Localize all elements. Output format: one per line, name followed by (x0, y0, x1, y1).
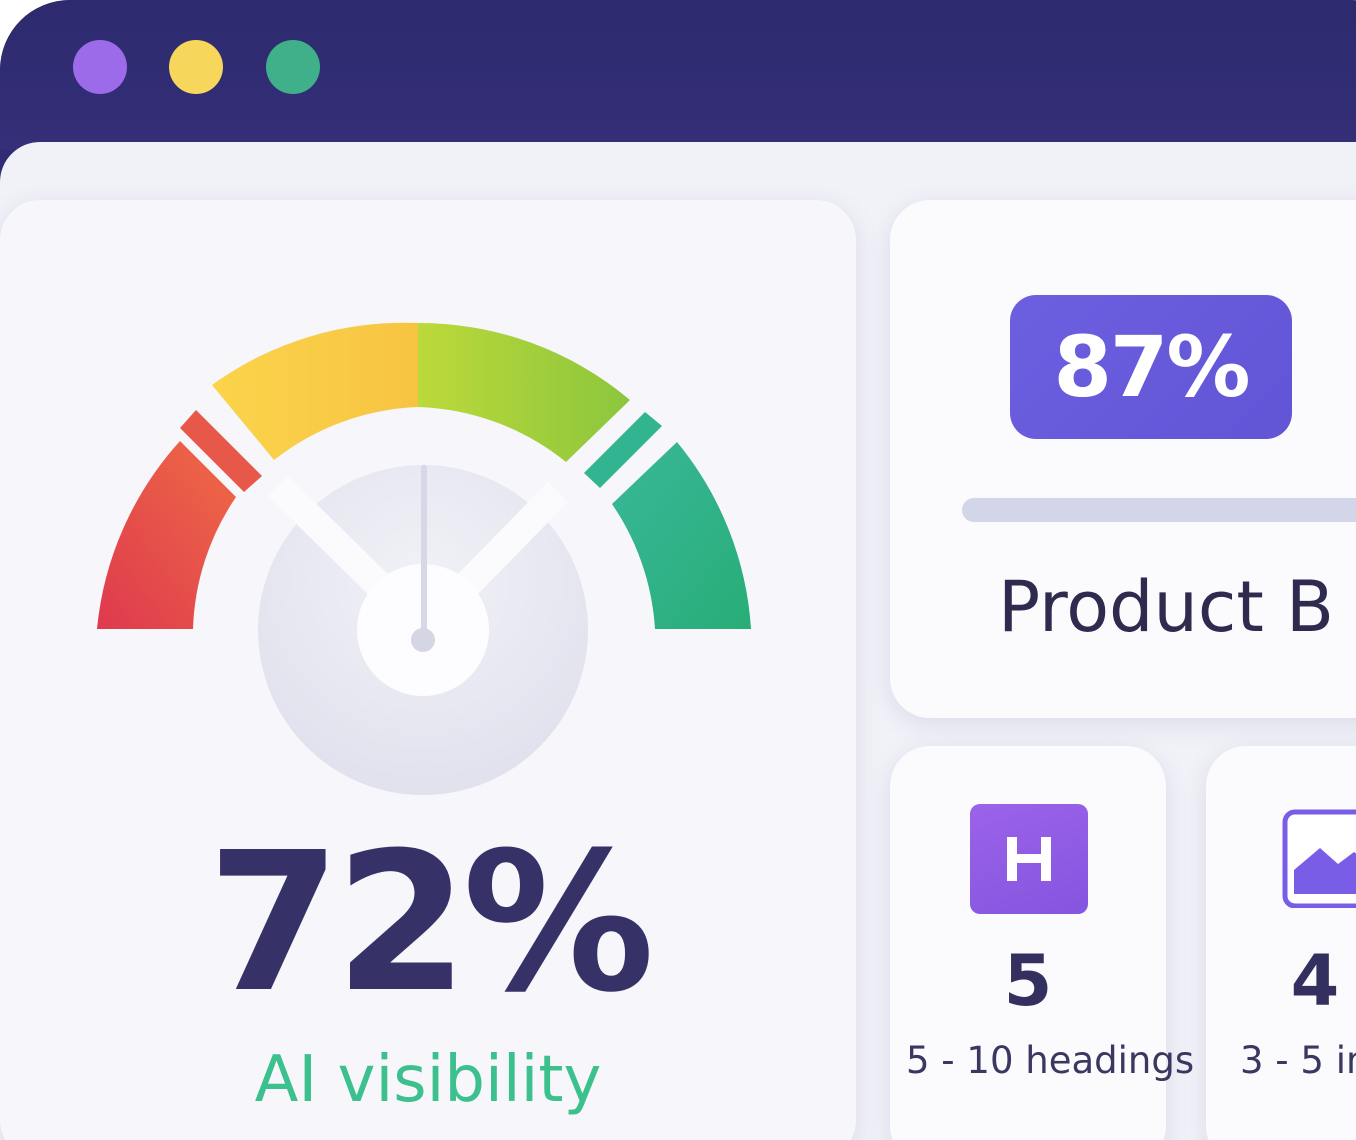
dashboard-content: 72% AI visibility 87% Product B 5 5 - 10… (0, 142, 1356, 1140)
gauge-segment-teal (612, 442, 751, 629)
title-bar (0, 0, 1356, 150)
app-window: 72% AI visibility 87% Product B 5 5 - 10… (0, 0, 1356, 1140)
product-name: Product B (998, 566, 1335, 648)
product-card[interactable]: 87% Product B (890, 200, 1356, 718)
gauge-segment-red (97, 441, 236, 629)
product-score-badge: 87% (1010, 295, 1292, 439)
image-icon (1282, 809, 1356, 908)
images-description: 3 - 5 images (1240, 1039, 1356, 1082)
heading-icon (970, 804, 1088, 914)
images-count: 4 (1290, 940, 1340, 1022)
window-dot-purple[interactable] (73, 40, 127, 94)
product-progress-track (962, 498, 1356, 522)
headings-description: 5 - 10 headings (906, 1039, 1195, 1082)
window-dot-green[interactable] (266, 40, 320, 94)
ai-visibility-card[interactable]: 72% AI visibility (0, 200, 856, 1140)
gauge-segment-lime (418, 322, 630, 462)
heading-glyph (1007, 837, 1051, 881)
ai-visibility-value: 72% (207, 812, 655, 1035)
images-metric-card[interactable]: 4 3 - 5 images (1206, 746, 1356, 1140)
ai-visibility-label: AI visibility (254, 1043, 602, 1117)
headings-metric-card[interactable]: 5 5 - 10 headings (890, 746, 1194, 1140)
gauge-needle-cap (411, 628, 435, 652)
gauge-segment-yellow (212, 322, 418, 460)
headings-count: 5 (1003, 940, 1053, 1022)
window-dot-yellow[interactable] (169, 40, 223, 94)
